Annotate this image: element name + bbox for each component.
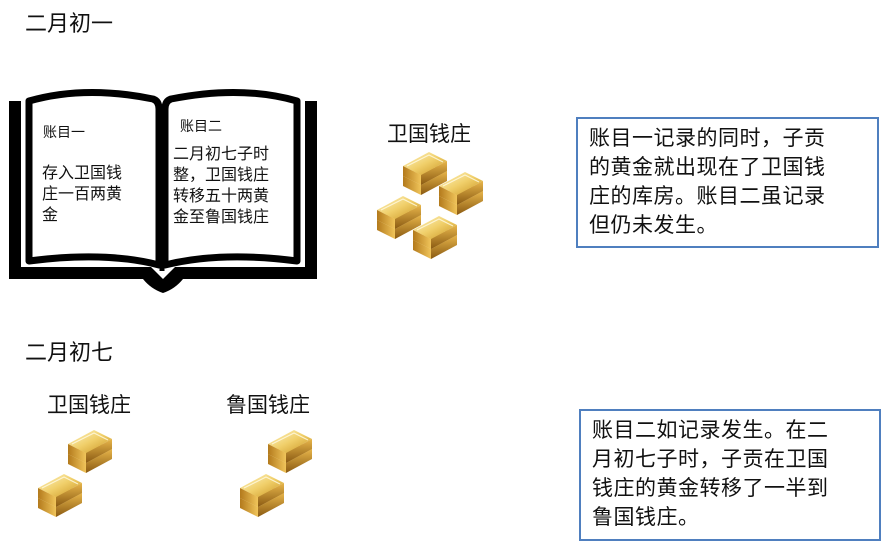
wei-bank-label-feb1: 卫国钱庄 [387,122,471,146]
feb7-heading: 二月初七 [25,341,114,366]
gold-bars-icon [373,151,493,280]
note-line: 钱庄的黄金转移了一半到 [592,476,829,500]
note-line: 的黄金就出现在了卫国钱 [589,155,826,179]
book-right-text: 二月初七子时 整，卫国钱庄 转移五十两黄 金至鲁国钱庄 [173,143,293,227]
book-right-line: 转移五十两黄 [173,186,270,205]
note-line: 鲁国钱庄。 [592,505,700,529]
note-line: 账目二如记录发生。在二 [592,418,829,442]
note-line: 但仍未发生。 [589,213,718,237]
book-left-title: 账目一 [43,125,85,141]
book-left-line: 庄一百两黄 [42,184,123,203]
book-left-line: 存入卫国钱 [42,163,123,182]
book-right-line: 整，卫国钱庄 [173,165,270,184]
feb1-heading: 二月初一 [25,12,114,37]
wei-bank-label-feb7: 卫国钱庄 [47,393,131,417]
book-right-line: 金至鲁国钱庄 [173,207,270,226]
note-feb1: 账目一记录的同时，子贡 的黄金就出现在了卫国钱 庄的库房。账目二虽记录 但仍未发… [576,117,879,248]
book-right-title: 账目二 [180,119,222,135]
lu-bank-label: 鲁国钱庄 [226,393,310,417]
note-line: 月初七子时，子贡在卫国 [592,447,829,471]
book-right-line: 二月初七子时 [173,144,270,163]
note-line: 庄的库房。账目二虽记录 [589,184,826,208]
book-left-text: 存入卫国钱 庄一百两黄 金 [42,162,154,225]
gold-bars-icon [36,429,122,530]
book-left-line: 金 [42,205,59,224]
note-feb7: 账目二如记录发生。在二 月初七子时，子贡在卫国 钱庄的黄金转移了一半到 鲁国钱庄… [579,409,881,541]
note-line: 账目一记录的同时，子贡 [589,126,826,150]
gold-bars-icon [238,429,324,530]
